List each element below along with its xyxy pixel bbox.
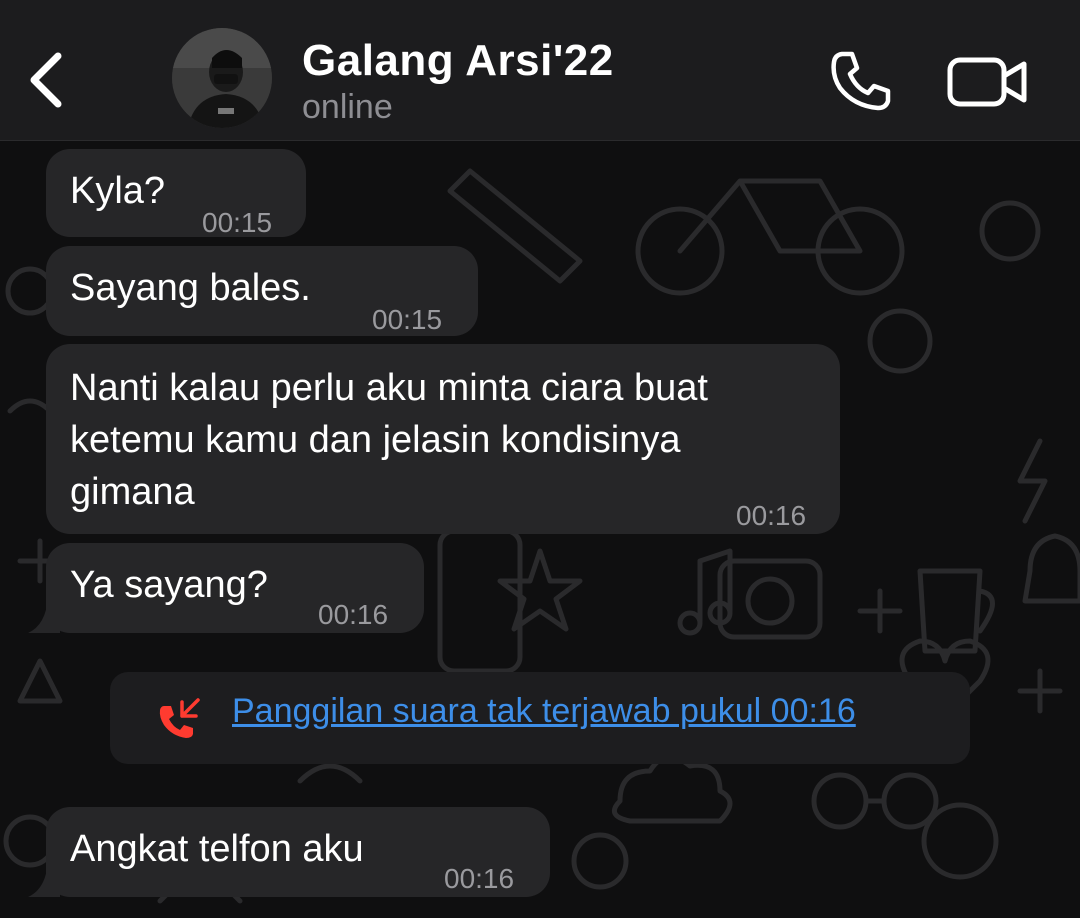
- phone-icon: [831, 51, 891, 111]
- message-bubble-2[interactable]: Sayang bales. 00:15: [46, 246, 478, 336]
- chat-header: Galang Arsi'22 online: [0, 0, 1080, 141]
- video-camera-icon: [947, 57, 1027, 107]
- message-time: 00:16: [318, 599, 389, 630]
- message-time: 00:16: [444, 863, 515, 894]
- contact-name[interactable]: Galang Arsi'22: [302, 36, 614, 86]
- message-text: Kyla?: [70, 170, 166, 212]
- message-bubble-3[interactable]: Nanti kalau perlu aku minta ciara buat k…: [46, 344, 840, 534]
- missed-call-link[interactable]: Panggilan suara tak terjawab pukul 00:16: [232, 692, 856, 731]
- bubble-tail: [28, 597, 60, 633]
- back-button[interactable]: [22, 40, 72, 120]
- avatar[interactable]: [172, 28, 272, 128]
- voice-call-button[interactable]: [826, 46, 896, 116]
- message-time: 00:15: [202, 207, 273, 238]
- chat-area[interactable]: Kyla? 00:15 Sayang bales. 00:15 Nanti ka…: [0, 141, 1080, 918]
- message-text: Angkat telfon aku: [70, 828, 364, 870]
- message-time: 00:15: [372, 304, 443, 335]
- message-text: Ya sayang?: [70, 564, 268, 606]
- message-text: Nanti kalau perlu aku minta ciara buat k…: [70, 367, 708, 513]
- bubble-tail: [28, 861, 60, 897]
- message-bubble-5[interactable]: Angkat telfon aku 00:16: [46, 807, 550, 897]
- contact-status: online: [302, 88, 393, 126]
- missed-call-icon: [159, 698, 200, 738]
- message-text: Sayang bales.: [70, 267, 311, 309]
- message-bubble-4[interactable]: Ya sayang? 00:16: [46, 543, 424, 633]
- message-bubble-1[interactable]: Kyla? 00:15: [46, 149, 306, 238]
- chevron-left-icon: [30, 52, 62, 108]
- message-time: 00:16: [736, 500, 807, 531]
- chat-screen: Galang Arsi'22 online Kyla? 00:15 Sayang…: [0, 0, 1080, 918]
- video-call-button[interactable]: [946, 52, 1030, 112]
- avatar-photo: [172, 28, 272, 128]
- missed-call-notice[interactable]: Panggilan suara tak terjawab pukul 00:16: [110, 672, 970, 764]
